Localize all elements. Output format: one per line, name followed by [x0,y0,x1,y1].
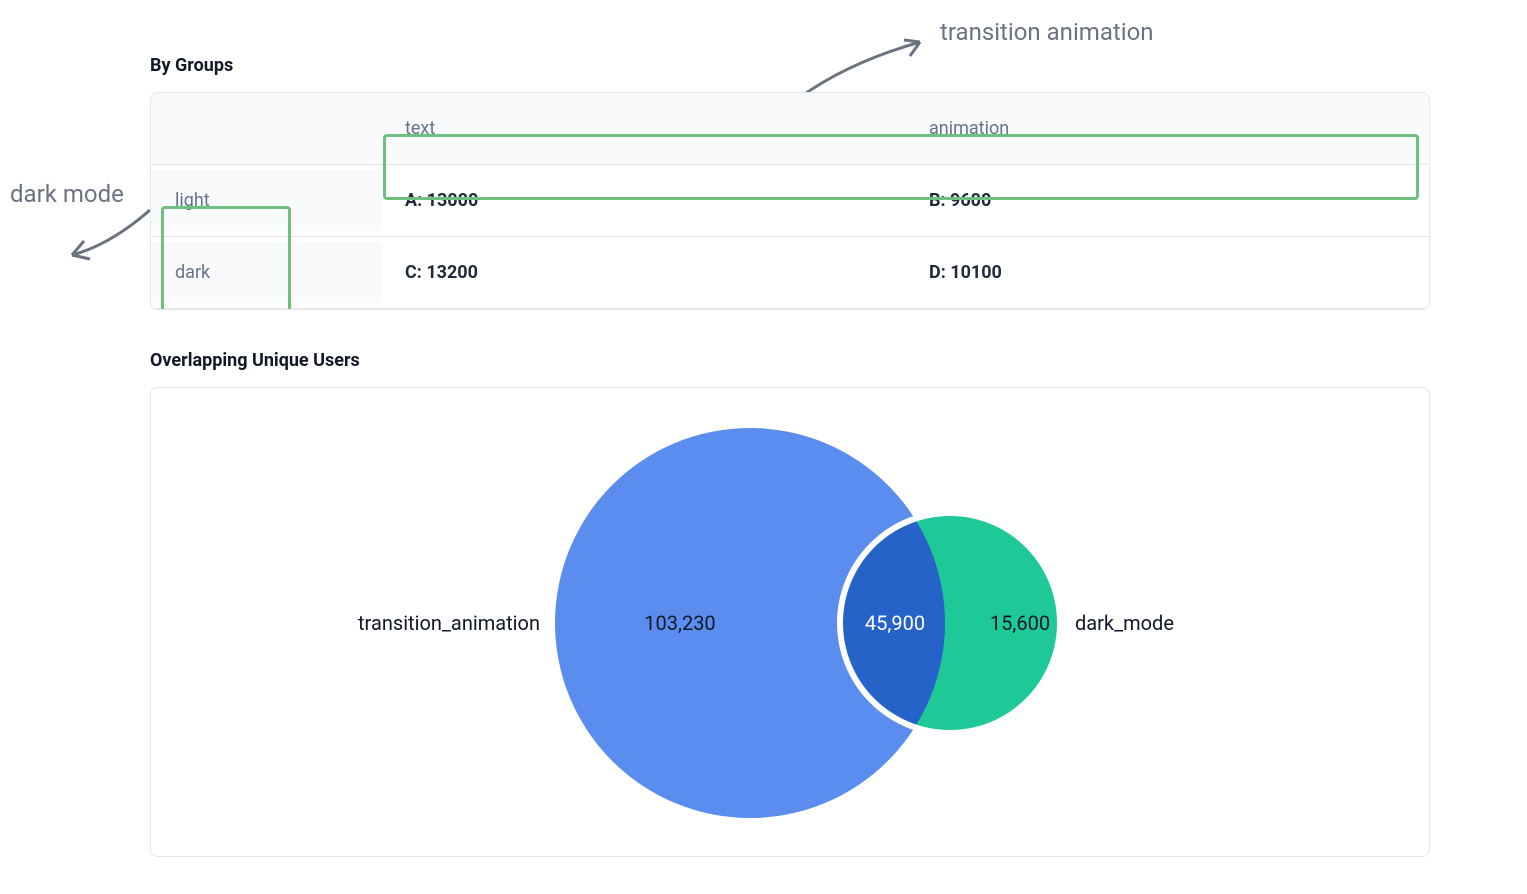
groups-table: text animation light A: 13000 B: 9600 da… [150,92,1430,310]
table-row: light A: 13000 B: 9600 [151,165,1429,237]
row-label-dark: dark [151,242,381,303]
venn-left-label: transition_animation [358,611,540,635]
row-label-light: light [151,170,381,231]
table-corner-cell [151,109,381,149]
venn-intersection-value: 45,900 [865,611,925,635]
by-groups-section: By Groups text animation light A: 13000 … [150,55,1430,310]
column-header-text: text [381,98,905,159]
venn-right-label: dark_mode [1075,611,1174,635]
venn-container: transition_animation dark_mode 103,230 4… [150,387,1430,857]
arrow-icon [60,200,160,270]
section-title-groups: By Groups [150,55,1430,76]
table-row: dark C: 13200 D: 10100 [151,237,1429,309]
cell-b: B: 9600 [905,170,1429,231]
cell-c: C: 13200 [381,242,905,303]
table-header-row: text animation [151,93,1429,165]
column-header-animation: animation [905,98,1429,159]
venn-left-value: 103,230 [644,611,715,635]
venn-right-value: 15,600 [990,611,1050,635]
cell-d: D: 10100 [905,242,1429,303]
cell-a: A: 13000 [381,170,905,231]
annotation-transition-animation: transition animation [940,18,1154,46]
venn-section: Overlapping Unique Users transition_anim… [150,350,1430,857]
venn-diagram: transition_animation dark_mode 103,230 4… [340,408,1240,838]
section-title-venn: Overlapping Unique Users [150,350,1430,371]
